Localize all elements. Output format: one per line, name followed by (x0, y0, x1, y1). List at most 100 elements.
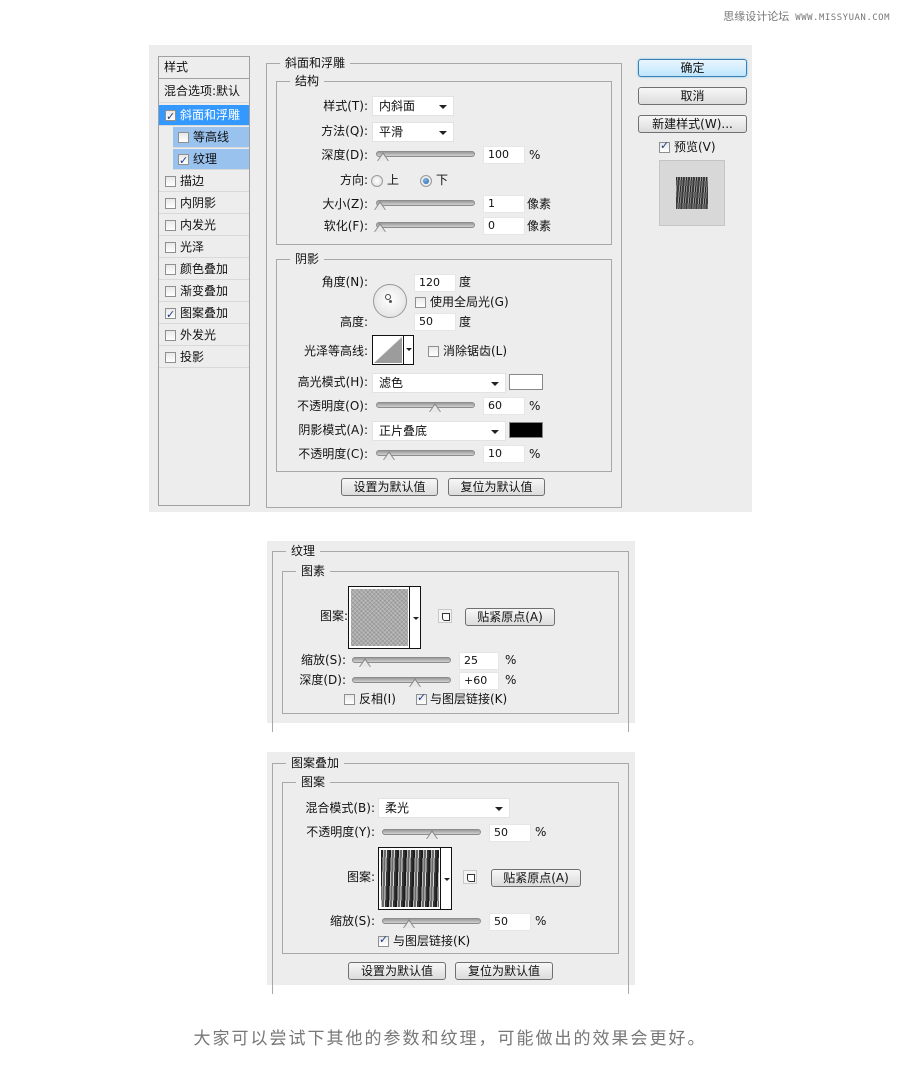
shadow-opacity-slider[interactable] (376, 447, 475, 461)
style-item[interactable]: 光泽 (159, 237, 249, 258)
watermark-url: WWW.MISSYUAN.COM (795, 13, 890, 23)
scale-label: 缩放(S): (329, 914, 375, 928)
preview-checkbox[interactable] (659, 139, 670, 153)
antialias-label[interactable]: 消除锯齿(L) (443, 342, 507, 360)
style-item-checkbox[interactable] (165, 286, 176, 297)
style-item[interactable]: 内阴影 (159, 193, 249, 214)
style-item-checkbox[interactable] (165, 352, 176, 363)
overlay-scale-slider[interactable] (382, 915, 481, 929)
chevron-down-icon (406, 348, 412, 351)
shadow-opacity-input[interactable]: 10 (483, 445, 525, 463)
depth-label: 深度(D): (321, 148, 368, 162)
style-item-checkbox[interactable] (165, 198, 176, 209)
new-style-button[interactable]: 新建样式(W)... (638, 115, 747, 133)
style-item[interactable]: 图案叠加 (159, 303, 249, 325)
make-default-button[interactable]: 设置为默认值 (348, 962, 446, 980)
style-item[interactable]: 斜面和浮雕 (159, 105, 249, 127)
antialias-checkbox[interactable] (428, 346, 439, 357)
overlay-pattern-picker[interactable] (378, 847, 452, 910)
styles-header[interactable]: 样式 (159, 57, 249, 79)
angle-unit: 度 (459, 275, 472, 289)
highlight-mode-select[interactable]: 滤色 (372, 373, 506, 393)
link-layer-checkbox[interactable] (416, 691, 427, 705)
texture-pattern-picker[interactable] (348, 586, 421, 649)
style-item[interactable]: 颜色叠加 (159, 259, 249, 280)
style-item-label: 外发光 (180, 328, 217, 342)
depth-slider[interactable] (376, 148, 475, 162)
style-item-checkbox[interactable] (165, 330, 176, 341)
angle-input[interactable]: 120 (414, 274, 456, 292)
watermark: 思缘设计论坛 WWW.MISSYUAN.COM (723, 8, 890, 24)
texture-scale-input[interactable]: 25 (459, 652, 499, 670)
highlight-color-swatch[interactable] (509, 374, 543, 390)
reset-default-button[interactable]: 复位为默认值 (455, 962, 553, 980)
style-item[interactable]: 外发光 (159, 325, 249, 346)
style-item[interactable]: 投影 (159, 347, 249, 368)
snap-to-origin-button[interactable]: 贴紧原点(A) (491, 869, 581, 887)
global-light-checkbox[interactable] (415, 297, 426, 308)
highlight-opacity-slider[interactable] (376, 399, 475, 413)
blend-mode-select[interactable]: 柔光 (378, 798, 510, 818)
link-layer-checkbox[interactable] (378, 933, 389, 947)
make-default-button[interactable]: 设置为默认值 (341, 478, 438, 496)
depth-unit: % (529, 148, 541, 162)
depth-input[interactable]: 100 (483, 146, 525, 164)
style-item-checkbox[interactable] (165, 264, 176, 275)
style-item[interactable]: 渐变叠加 (159, 281, 249, 302)
new-preset-icon[interactable] (463, 870, 477, 884)
cancel-button[interactable]: 取消 (638, 87, 747, 105)
invert-label[interactable]: 反相(I) (359, 690, 396, 708)
scale-label: 缩放(S): (300, 653, 346, 667)
ok-button[interactable]: 确定 (638, 59, 747, 77)
highlight-opacity-input[interactable]: 60 (483, 397, 525, 415)
overlay-opacity-unit: % (535, 825, 547, 839)
direction-down-label[interactable]: 下 (436, 171, 448, 189)
style-item-checkbox[interactable] (165, 107, 176, 127)
style-item[interactable]: 等高线 (173, 127, 249, 148)
angle-dial[interactable] (373, 284, 407, 318)
preview-label[interactable]: 预览(V) (674, 138, 716, 156)
style-item-checkbox[interactable] (165, 305, 176, 325)
soften-slider[interactable] (374, 219, 475, 233)
snap-to-origin-button[interactable]: 贴紧原点(A) (465, 608, 555, 626)
style-item[interactable]: 描边 (159, 171, 249, 192)
reset-default-button[interactable]: 复位为默认值 (448, 478, 545, 496)
style-item-checkbox[interactable] (178, 151, 189, 171)
style-item-label: 光泽 (180, 240, 205, 254)
style-item[interactable]: 纹理 (173, 149, 249, 171)
chevron-down-icon (491, 430, 499, 434)
size-slider[interactable] (374, 197, 475, 211)
shadow-mode-select[interactable]: 正片叠底 (372, 421, 506, 441)
link-layer-label[interactable]: 与图层链接(K) (430, 690, 507, 708)
shadow-mode-label: 阴影模式(A): (298, 423, 368, 437)
global-light-label[interactable]: 使用全局光(G) (430, 293, 509, 311)
gloss-contour-picker[interactable] (372, 335, 414, 365)
style-select[interactable]: 内斜面 (372, 96, 454, 116)
direction-up-radio[interactable] (371, 175, 383, 187)
technique-select[interactable]: 平滑 (372, 122, 454, 142)
style-item[interactable]: 内发光 (159, 215, 249, 236)
texture-depth-slider[interactable] (352, 674, 451, 688)
style-item-checkbox[interactable] (165, 242, 176, 253)
new-preset-icon[interactable] (438, 609, 452, 623)
altitude-input[interactable]: 50 (414, 313, 456, 331)
direction-down-radio[interactable] (420, 175, 432, 187)
soften-input[interactable]: 0 (483, 217, 525, 235)
overlay-scale-input[interactable]: 50 (489, 913, 531, 931)
overlay-opacity-slider[interactable] (382, 826, 481, 840)
style-item-checkbox[interactable] (165, 220, 176, 231)
chevron-down-icon (491, 382, 499, 386)
size-input[interactable]: 1 (483, 195, 525, 213)
structure-title: 结构 (290, 73, 325, 89)
invert-checkbox[interactable] (344, 694, 355, 705)
direction-up-label[interactable]: 上 (387, 171, 399, 189)
style-item-checkbox[interactable] (178, 132, 189, 143)
shadow-color-swatch[interactable] (509, 422, 543, 438)
altitude-unit: 度 (459, 315, 472, 329)
texture-depth-input[interactable]: +60 (459, 672, 499, 690)
texture-scale-slider[interactable] (352, 654, 451, 668)
overlay-opacity-input[interactable]: 50 (489, 824, 531, 842)
link-layer-label[interactable]: 与图层链接(K) (393, 932, 470, 950)
style-item-checkbox[interactable] (165, 176, 176, 187)
blending-options-item[interactable]: 混合选项:默认 (159, 81, 249, 103)
